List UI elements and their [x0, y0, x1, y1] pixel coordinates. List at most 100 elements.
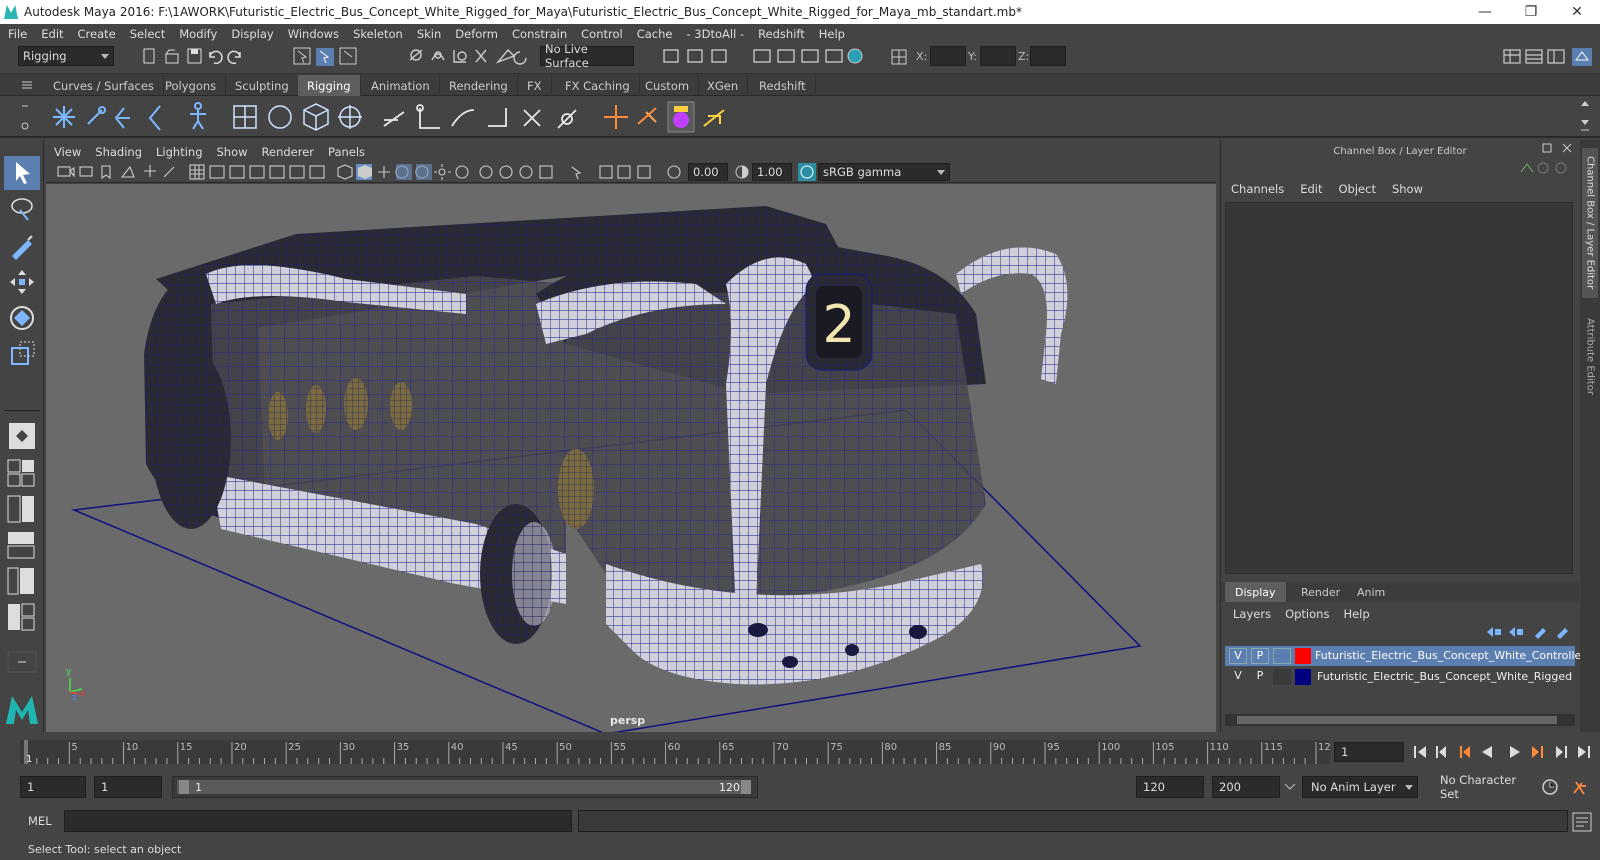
menu-3dtoall[interactable]: - 3DtoAll -	[686, 27, 744, 41]
character-set-dropdown[interactable]: No Character Set	[1430, 773, 1534, 801]
color-space-dropdown[interactable]: sRGB gamma	[818, 163, 950, 181]
quick-layout-hypershade-icon[interactable]	[6, 602, 38, 634]
range-end-handle[interactable]	[741, 780, 751, 794]
tab-fx-caching[interactable]: FX Caching	[556, 75, 640, 96]
menu-modify[interactable]: Modify	[179, 27, 217, 41]
move-tool-icon[interactable]	[6, 266, 38, 298]
minimize-button[interactable]: —	[1462, 0, 1508, 24]
shelf-menu-icon[interactable]	[20, 78, 34, 92]
z-input[interactable]	[1030, 46, 1066, 66]
render-tools-icons[interactable]	[660, 46, 870, 66]
playback-start-field[interactable]: 1	[94, 776, 162, 798]
layer-name[interactable]: Futuristic_Electric_Bus_Concept_White_Ri…	[1317, 670, 1572, 683]
snap-tools-icons[interactable]	[406, 46, 536, 66]
mel-label[interactable]: MEL	[28, 814, 52, 828]
anim-layer-dropdown[interactable]: No Anim Layer	[1302, 776, 1418, 798]
side-tab-channel-box[interactable]: Channel Box / Layer Editor	[1582, 148, 1598, 298]
paint-select-icon[interactable]	[6, 230, 38, 262]
menu-help[interactable]: Help	[819, 27, 845, 41]
side-tab-attribute-editor[interactable]: Attribute Editor	[1582, 306, 1598, 406]
playback-controls[interactable]	[1412, 742, 1596, 762]
quick-layout-single-icon[interactable]	[8, 422, 36, 450]
time-ruler[interactable]: 1 5 10 15 20 25 30 35 40 45 50 55 60 65 70 75 80 85 90 95 1…	[20, 734, 1330, 770]
layer-scrollbar[interactable]	[1225, 714, 1575, 726]
menu-edit[interactable]: Edit	[41, 27, 63, 41]
viewport-menu-renderer[interactable]: Renderer	[262, 145, 315, 159]
tab-custom[interactable]: Custom	[636, 75, 700, 96]
file-tools-icons[interactable]	[138, 46, 258, 66]
tab-curves-surfaces[interactable]: Curves / Surfaces	[44, 75, 164, 96]
select-tool-icon[interactable]	[4, 156, 40, 190]
range-start-handle[interactable]	[179, 780, 189, 794]
tab-xgen[interactable]: XGen	[698, 75, 749, 96]
lasso-tool-icon[interactable]	[6, 194, 38, 226]
quick-layout-four-icon[interactable]	[6, 458, 38, 490]
tab-rigging[interactable]: Rigging	[298, 75, 361, 96]
channel-list-area[interactable]	[1225, 202, 1573, 574]
current-frame-field[interactable]: 1	[1334, 742, 1404, 762]
gamma-field[interactable]: 1.00	[752, 163, 792, 181]
channels-menu[interactable]: Channels	[1231, 182, 1284, 196]
tab-animation[interactable]: Animation	[362, 75, 440, 96]
viewport-menu-shading[interactable]: Shading	[95, 145, 142, 159]
menu-cache[interactable]: Cache	[637, 27, 673, 41]
layer-tab-display[interactable]: Display	[1225, 582, 1286, 602]
menu-file[interactable]: File	[8, 27, 27, 41]
menu-skeleton[interactable]: Skeleton	[353, 27, 403, 41]
persp-viewport[interactable]: 2 y x z persp	[46, 184, 1216, 732]
auto-key-prefs-icons[interactable]	[1540, 776, 1596, 798]
playback-end-field[interactable]: 120	[1136, 776, 1204, 798]
menu-windows[interactable]: Windows	[288, 27, 339, 41]
cb-edit-menu[interactable]: Edit	[1300, 182, 1322, 196]
layer-playback-toggle[interactable]: P	[1251, 648, 1269, 664]
script-editor-icon[interactable]	[1572, 812, 1592, 832]
tab-polygons[interactable]: Polygons	[156, 75, 227, 96]
viewport-menu-panels[interactable]: Panels	[328, 145, 365, 159]
layer-playback-toggle[interactable]: P	[1251, 669, 1269, 685]
menu-display[interactable]: Display	[231, 27, 273, 41]
quick-layout-two-icon[interactable]	[6, 494, 38, 526]
menu-deform[interactable]: Deform	[455, 27, 498, 41]
menu-control[interactable]: Control	[581, 27, 623, 41]
scale-tool-icon[interactable]	[6, 338, 38, 370]
layer-type-toggle[interactable]	[1273, 648, 1291, 664]
menuset-dropdown[interactable]: Rigging	[18, 46, 114, 66]
layer-type-toggle[interactable]	[1273, 669, 1291, 685]
shelf-options-icon[interactable]	[20, 100, 30, 134]
layer-color-swatch[interactable]	[1295, 648, 1311, 664]
layer-name[interactable]: Futuristic_Electric_Bus_Concept_White_Co…	[1315, 649, 1592, 662]
maya-home-logo-icon[interactable]	[4, 690, 40, 726]
viewport-menu-show[interactable]: Show	[217, 145, 248, 159]
x-input[interactable]	[930, 46, 966, 66]
cb-object-menu[interactable]: Object	[1339, 182, 1376, 196]
layers-menu[interactable]: Layers	[1233, 607, 1271, 621]
layer-action-icons[interactable]	[1485, 624, 1575, 640]
layer-tab-render[interactable]: Render	[1291, 582, 1350, 602]
scene-end-field[interactable]: 200	[1212, 776, 1280, 798]
menu-redshift[interactable]: Redshift	[758, 27, 805, 41]
y-input[interactable]	[980, 46, 1016, 66]
close-button[interactable]: ✕	[1554, 0, 1600, 24]
layer-visibility-toggle[interactable]: V	[1229, 669, 1247, 685]
tab-redshift[interactable]: Redshift	[750, 75, 816, 96]
restore-button[interactable]: ❐	[1508, 0, 1554, 24]
range-menu-arrow-icon[interactable]	[1284, 782, 1296, 792]
tab-rendering[interactable]: Rendering	[440, 75, 518, 96]
rigging-tools-icons[interactable]	[48, 100, 748, 134]
live-surface-field[interactable]: No Live Surface	[540, 42, 634, 70]
viewport-menu-lighting[interactable]: Lighting	[156, 145, 202, 159]
cb-show-menu[interactable]: Show	[1392, 182, 1423, 196]
layer-color-swatch[interactable]	[1295, 669, 1311, 685]
selection-mode-icons[interactable]	[292, 46, 362, 66]
quick-layout-outliner-icon[interactable]	[6, 566, 38, 598]
channel-box-options-icons[interactable]	[1517, 160, 1575, 176]
menu-select[interactable]: Select	[130, 27, 165, 41]
layer-row-rigged[interactable]: V P Futuristic_Electric_Bus_Concept_Whit…	[1225, 667, 1575, 687]
exposure-field[interactable]: 0.00	[688, 163, 728, 181]
tab-sculpting[interactable]: Sculpting	[226, 75, 299, 96]
layer-row-controllers[interactable]: V P Futuristic_Electric_Bus_Concept_Whit…	[1225, 646, 1592, 666]
rotate-tool-icon[interactable]	[6, 302, 38, 334]
time-slider[interactable]: 1 5 10 15 20 25 30 35 40 45 50 55 60 65 70 75 80 85 90 95 1…	[0, 734, 1600, 770]
shelf-scroll-icons[interactable]	[1578, 98, 1592, 134]
panel-layout-icons[interactable]	[1500, 46, 1598, 66]
